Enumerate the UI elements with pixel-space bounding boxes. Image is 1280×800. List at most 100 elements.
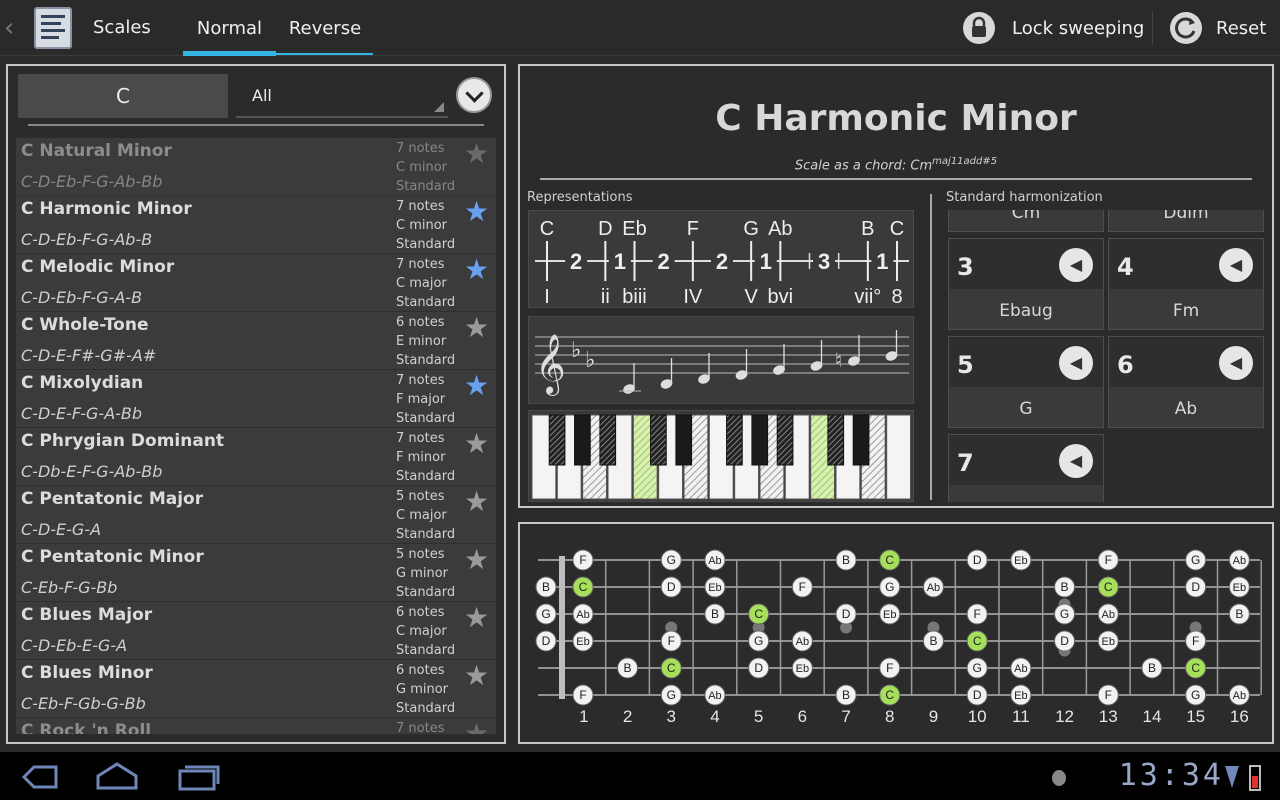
favorite-star-icon[interactable]: ★ <box>464 140 492 168</box>
piano-black-key[interactable] <box>827 414 845 466</box>
fret-number: 7 <box>841 707 850 726</box>
favorite-star-icon[interactable]: ★ <box>464 314 492 342</box>
scale-list-item[interactable]: C Harmonic Minor C-D-Eb-F-G-Ab-B 7 notes C … <box>16 196 496 254</box>
scale-list-item[interactable]: C Rock 'n Roll 7 notes ★ <box>16 718 496 735</box>
scale-list-item[interactable]: C Melodic Minor C-D-Eb-F-G-A-B 7 notes C ma… <box>16 254 496 312</box>
scale-list-item[interactable]: C Blues Major C-D-Eb-E-G-A 6 notes C major S… <box>16 602 496 660</box>
scale-name: C Blues Major <box>21 605 153 625</box>
harmonization-label: Standard harmonization <box>946 190 1103 205</box>
fretboard-note-label: Ab <box>708 690 721 702</box>
favorite-star-icon[interactable]: ★ <box>464 546 492 574</box>
piano-keyboard[interactable] <box>528 410 914 502</box>
harmony-chord-card[interactable]: 5 ◀ G <box>948 336 1104 428</box>
harmony-chord-card[interactable]: 4 ◀ Fm <box>1108 238 1264 330</box>
scale-count: 6 notes <box>396 663 445 678</box>
fretboard-note-label: G <box>885 580 894 594</box>
scale-notes: C-D-Eb-F-G-Ab-B <box>21 230 153 249</box>
recents-nav-icon[interactable] <box>176 762 222 792</box>
interval-value: 2 <box>570 249 582 274</box>
scale-notes: C-D-E-F#-G#-A# <box>21 346 157 365</box>
fretboard-note-label: F <box>799 580 806 594</box>
music-staff[interactable]: 𝄞 ♭ ♭ ♮ <box>528 316 914 404</box>
scale-list-item[interactable]: C Mixolydian C-D-E-F-G-A-Bb 7 notes F major… <box>16 370 496 428</box>
harmony-chord-card[interactable]: 7 ◀ <box>948 434 1104 502</box>
piano-black-key[interactable] <box>726 414 743 466</box>
natural-sign-icon: ♮ <box>835 348 842 372</box>
fretboard-note-label: C <box>885 553 894 567</box>
scale-count: 6 notes <box>396 605 445 620</box>
scale-relative: F major <box>396 392 446 407</box>
fretboard-note-label: B <box>842 553 850 567</box>
favorite-star-icon[interactable]: ★ <box>464 662 492 690</box>
favorite-star-icon[interactable]: ★ <box>464 604 492 632</box>
fretboard-note-label: D <box>842 607 851 621</box>
favorite-star-icon[interactable]: ★ <box>464 198 492 226</box>
scale-relative: C major <box>396 276 447 291</box>
scale-name: C Harmonic Minor <box>21 199 192 219</box>
scale-list-item[interactable]: C Natural Minor C-D-Eb-F-G-Ab-Bb 7 notes C … <box>16 138 496 196</box>
chord-name: Fm <box>1172 301 1200 321</box>
favorite-star-icon[interactable]: ★ <box>464 256 492 284</box>
scale-name: C Whole-Tone <box>21 315 149 335</box>
scale-notes: C-D-Eb-F-G-A-B <box>21 288 143 307</box>
piano-black-key[interactable] <box>574 414 591 466</box>
fretboard-note-label: Eb <box>796 663 809 675</box>
piano-black-key[interactable] <box>650 414 667 466</box>
tab-normal[interactable]: Normal <box>183 0 276 56</box>
home-nav-icon[interactable] <box>94 760 140 792</box>
scale-note-name: F <box>687 218 699 240</box>
piano-black-key[interactable] <box>599 414 617 466</box>
scale-name: C Rock 'n Roll <box>21 721 152 734</box>
scales-app-icon[interactable] <box>34 7 72 49</box>
scale-list[interactable]: C Natural Minor C-D-Eb-F-G-Ab-Bb 7 notes C … <box>16 138 496 734</box>
scale-notes: C-D-Eb-E-G-A <box>21 636 128 655</box>
piano-white-key[interactable] <box>886 414 911 500</box>
scale-list-item[interactable]: C Pentatonic Minor C-Eb-F-G-Bb 5 notes G mi… <box>16 544 496 602</box>
fretboard-note-label: D <box>667 580 676 594</box>
interval-value: 1 <box>876 249 888 274</box>
harmony-chord-card[interactable]: 1◀Cm <box>948 210 1104 232</box>
chord-degree: 3 <box>957 253 974 281</box>
scale-list-item[interactable]: C Phrygian Dominant C-Db-E-F-G-Ab-Bb 7 not… <box>16 428 496 486</box>
fretboard-note-label: Ab <box>927 582 940 594</box>
speaker-icon[interactable]: ◀ <box>1059 444 1093 478</box>
fretboard-note-label: F <box>579 553 586 567</box>
lock-sweeping-button[interactable]: Lock sweeping <box>962 0 1152 56</box>
category-dropdown[interactable]: All <box>236 74 448 118</box>
scale-name: C Blues Minor <box>21 663 153 683</box>
speaker-icon[interactable]: ◀ <box>1219 248 1253 282</box>
chevron-left-icon[interactable]: ‹ <box>4 14 20 42</box>
reset-button[interactable]: Reset <box>1168 0 1278 56</box>
speaker-icon[interactable]: ◀ <box>1059 248 1093 282</box>
chord-name: G <box>1019 399 1033 419</box>
favorite-star-icon[interactable]: ★ <box>464 720 492 735</box>
speaker-icon[interactable]: ◀ <box>1219 346 1253 380</box>
piano-black-key[interactable] <box>751 414 769 466</box>
fret-number: 12 <box>1055 707 1074 726</box>
piano-black-key[interactable] <box>852 414 870 466</box>
scale-count: 7 notes <box>396 257 445 272</box>
fretboard-note-label: D <box>973 688 982 702</box>
fretboard-note-label: Eb <box>576 636 589 648</box>
tab-reverse[interactable]: Reverse <box>278 0 372 56</box>
fret-number: 8 <box>885 707 894 726</box>
harmony-chord-card[interactable]: 3 ◀ Ebaug <box>948 238 1104 330</box>
scale-list-item[interactable]: C Blues Minor C-Eb-F-Gb-G-Bb 6 notes G mino… <box>16 660 496 718</box>
back-nav-icon[interactable] <box>14 762 60 792</box>
key-selector[interactable]: C <box>18 74 228 118</box>
chevron-down-icon[interactable] <box>456 77 492 113</box>
scale-list-item[interactable]: C Pentatonic Major C-D-E-G-A 5 notes C majo… <box>16 486 496 544</box>
piano-black-key[interactable] <box>776 414 794 466</box>
favorite-star-icon[interactable]: ★ <box>464 372 492 400</box>
scale-meta: 7 notes C minor Standard <box>396 197 460 254</box>
guitar-fretboard[interactable]: B G D F G Ab B C D Eb F G Ab C D Eb F G Ab B C D Eb Ab B C D Eb F G Ab… <box>528 532 1264 732</box>
scale-list-item[interactable]: C Whole-Tone C-D-E-F#-G#-A# 6 notes E minor… <box>16 312 496 370</box>
harmony-chord-card[interactable]: 2◀Ddim <box>1108 210 1264 232</box>
favorite-star-icon[interactable]: ★ <box>464 488 492 516</box>
favorite-star-icon[interactable]: ★ <box>464 430 492 458</box>
harmonization-grid[interactable]: 1◀Cm2◀Ddim3◀Ebaug4◀Fm5◀G6◀Ab7◀ <box>946 210 1264 502</box>
speaker-icon[interactable]: ◀ <box>1059 346 1093 380</box>
piano-black-key[interactable] <box>675 414 693 466</box>
piano-black-key[interactable] <box>548 414 566 466</box>
harmony-chord-card[interactable]: 6 ◀ Ab <box>1108 336 1264 428</box>
